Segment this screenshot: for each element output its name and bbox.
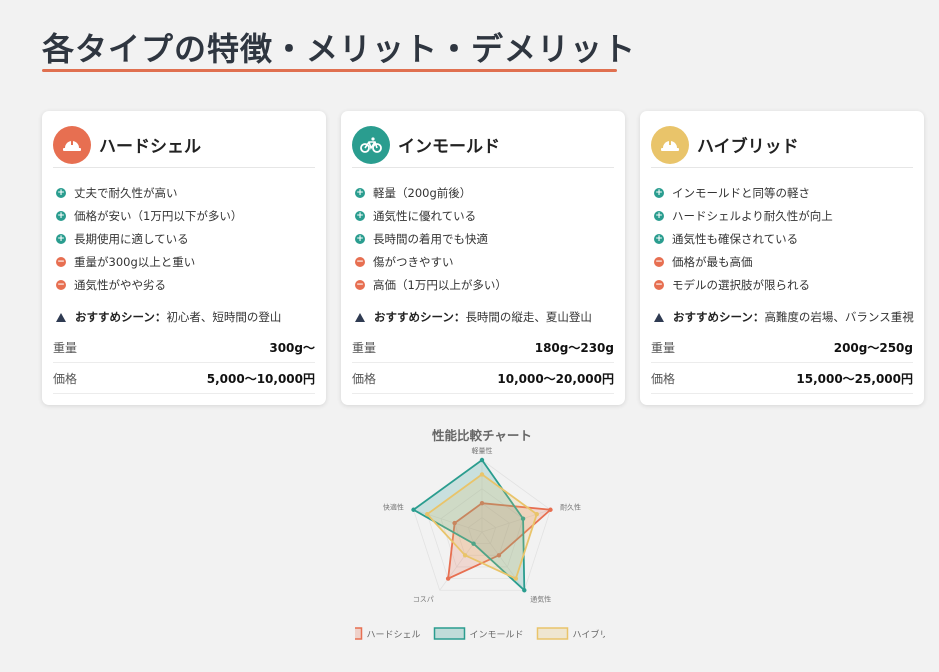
recommended-label: おすすめシーン： <box>673 310 765 324</box>
helmet-icon <box>53 125 91 164</box>
data-point <box>425 512 430 517</box>
card-header: インモールド <box>352 122 614 168</box>
axis-label: 快適性 <box>383 503 404 512</box>
minus-icon: − <box>355 257 365 268</box>
data-point <box>445 576 451 581</box>
plus-icon: + <box>355 233 365 244</box>
feature-con: − 高価（1万円以上が多い） <box>355 278 507 293</box>
data-point <box>548 507 553 512</box>
feature-con: − モデルの選択肢が限られる <box>654 278 810 293</box>
plus-icon: + <box>355 210 365 221</box>
card-title: インモールド <box>398 137 500 157</box>
feature-pro: + 丈夫で耐久性が高い <box>56 185 178 200</box>
feature-pro: + 長時間の着用でも快適 <box>355 231 488 246</box>
type-card-hardshell: ハードシェル + 丈夫で耐久性が高い + 価格が安い（1万円以下が多い） + 長期使用… <box>42 111 326 405</box>
recommended-text: 初心者、短時間の登山 <box>166 310 282 324</box>
card-header: ハードシェル <box>53 122 315 168</box>
bicycle-icon <box>352 125 390 164</box>
page-title: 各タイプの特徴・メリット・デメリット <box>42 30 637 68</box>
recommended-scene: おすすめシーン： 高難度の岩場、バランス重視 <box>654 309 914 325</box>
spec-weight: 重量 300g〜 <box>53 332 315 363</box>
feature-pro: + 軽量（200g前後） <box>355 185 472 200</box>
plus-icon: + <box>654 187 664 198</box>
feature-con: − 重量が300g以上と重い <box>56 255 196 270</box>
legend-label: ハードシェル <box>367 631 421 641</box>
feature-pro: + 価格が安い（1万円以下が多い） <box>56 208 243 223</box>
warning-icon <box>56 312 66 322</box>
recommended-scene: おすすめシーン： 初心者、短時間の登山 <box>56 309 281 325</box>
helmet-icon <box>651 125 689 164</box>
legend-swatch <box>355 627 363 640</box>
recommended-label: おすすめシーン： <box>75 310 167 324</box>
feature-con: − 価格が最も高価 <box>654 255 753 270</box>
legend-swatch <box>536 627 569 640</box>
spec-weight: 重量 180g〜230g <box>352 332 614 363</box>
plus-icon: + <box>654 233 664 244</box>
minus-icon: − <box>654 257 664 268</box>
axis-label: 耐久性 <box>560 503 581 512</box>
data-point <box>479 457 485 463</box>
axis-label: 軽量性 <box>472 446 493 455</box>
card-header: ハイブリッド <box>651 122 913 168</box>
axis-label: コスパ <box>413 595 434 603</box>
plus-icon: + <box>56 187 66 198</box>
plus-icon: + <box>654 210 664 221</box>
recommended-scene: おすすめシーン： 長時間の縦走、夏山登山 <box>355 309 592 325</box>
legend-label: ハイブリッド <box>573 629 606 641</box>
spec-price: 価格 15,000〜25,000円 <box>651 363 913 394</box>
feature-list: + 丈夫で耐久性が高い + 価格が安い（1万円以下が多い） + 長期使用に適している … <box>56 181 242 297</box>
performance-radar-chart: 性能比較チャート軽量性耐久性通気性 コスパ 快適性ハードシェル インモールド ハイブリッ… <box>355 428 606 641</box>
feature-pro: + 通気性も確保されている <box>654 231 799 246</box>
data-point <box>479 472 485 477</box>
chart-title: 性能比較チャート <box>431 428 532 443</box>
feature-list: + 軽量（200g前後） + 通気性に優れている + 長時間の着用でも快適 − 傷がつき… <box>355 181 507 297</box>
feature-con: − 傷がつきやすい <box>355 255 454 270</box>
feature-pro: + インモールドと同等の軽さ <box>654 185 810 200</box>
title-underline <box>42 69 617 72</box>
data-point <box>462 553 468 558</box>
minus-icon: − <box>654 280 664 291</box>
feature-pro: + ハードシェルより耐久性が向上 <box>654 208 833 223</box>
legend-label: インモールド <box>470 631 524 641</box>
warning-icon <box>654 312 664 322</box>
feature-con: − 通気性がやや劣る <box>56 278 166 293</box>
recommended-text: 長時間の縦走、夏山登山 <box>465 310 592 324</box>
minus-icon: − <box>355 280 365 291</box>
minus-icon: − <box>56 257 66 268</box>
recommended-text: 高難度の岩場、バランス重視 <box>764 310 914 324</box>
type-card-hybrid: ハイブリッド + インモールドと同等の軽さ + ハードシェルより耐久性が向上 + 通気… <box>640 111 924 405</box>
data-point <box>522 588 527 593</box>
feature-pro: + 長期使用に適している <box>56 231 189 246</box>
spec-price: 価格 10,000〜20,000円 <box>352 363 614 394</box>
data-point <box>411 507 416 512</box>
type-card-inmold: インモールド + 軽量（200g前後） + 通気性に優れている + 長時間の着用でも快… <box>341 111 625 405</box>
card-title: ハイブリッド <box>697 137 799 157</box>
legend-swatch <box>433 627 466 640</box>
plus-icon: + <box>56 210 66 221</box>
recommended-label: おすすめシーン： <box>374 310 466 324</box>
axis-label: 通気性 <box>530 594 551 603</box>
minus-icon: − <box>56 280 66 291</box>
card-title: ハードシェル <box>99 137 201 157</box>
plus-icon: + <box>355 187 365 198</box>
data-point <box>534 512 539 517</box>
spec-weight: 重量 200g〜250g <box>651 332 913 363</box>
spec-price: 価格 5,000〜10,000円 <box>53 363 315 394</box>
feature-list: + インモールドと同等の軽さ + ハードシェルより耐久性が向上 + 通気性も確保されて… <box>654 181 833 297</box>
warning-icon <box>355 312 365 322</box>
feature-pro: + 通気性に優れている <box>355 208 477 223</box>
plus-icon: + <box>56 233 66 244</box>
data-point <box>513 576 519 581</box>
